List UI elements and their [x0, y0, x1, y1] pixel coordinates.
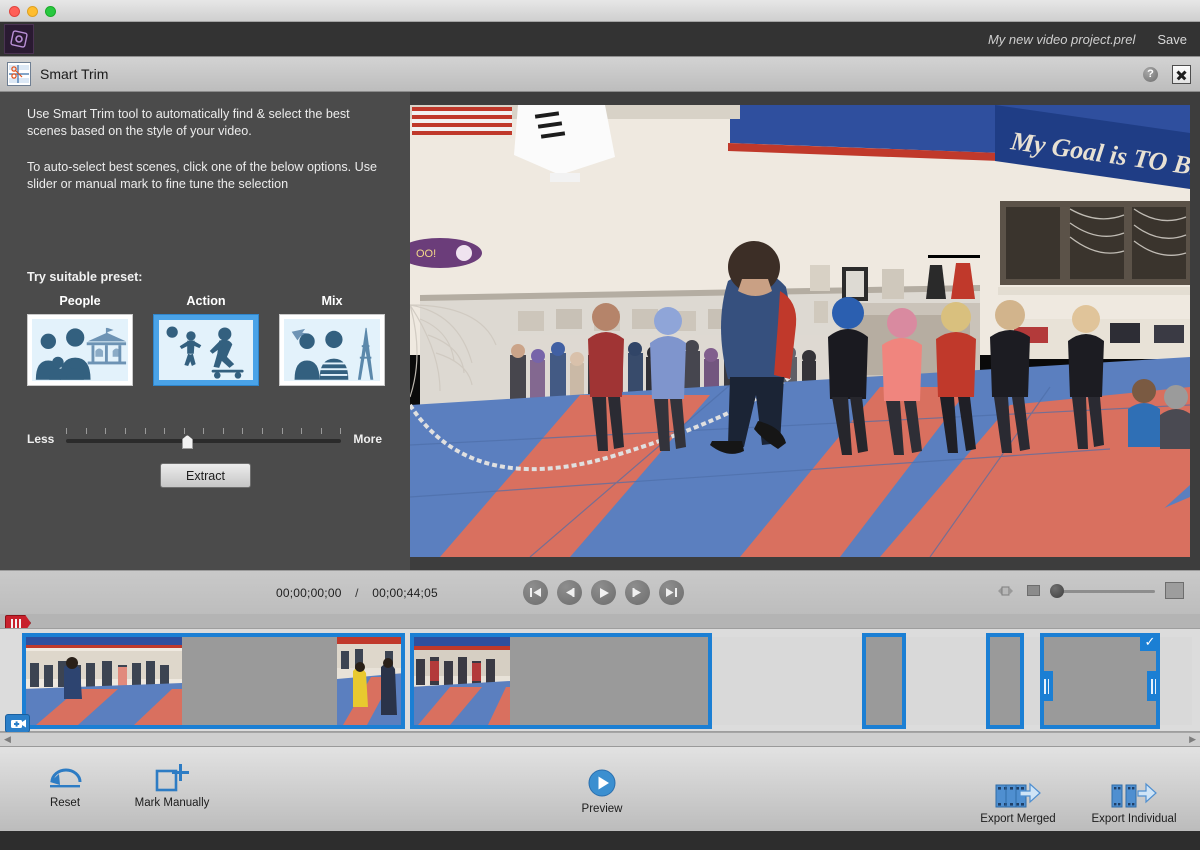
- scroll-left-arrow-icon[interactable]: ◀: [0, 734, 15, 745]
- preset-list: People Action Mix: [27, 294, 410, 386]
- clip-segment[interactable]: [830, 637, 862, 725]
- dialog-title-bar: Smart Trim ?: [0, 56, 1200, 92]
- export-individual-filmstrip-icon: [1074, 775, 1194, 811]
- trim-handle-right[interactable]: [1147, 671, 1160, 701]
- slider-thumb[interactable]: [181, 435, 193, 449]
- instructions: Use Smart Trim tool to automatically fin…: [0, 92, 410, 193]
- smart-trim-icon: [7, 62, 31, 86]
- export-merged-filmstrip-icon: [958, 775, 1078, 811]
- bottom-toolbar: Reset Mark Manually Apply Transitions: [0, 746, 1200, 831]
- preset-action[interactable]: Action: [153, 294, 259, 386]
- save-button[interactable]: Save: [1157, 32, 1187, 47]
- reset-button[interactable]: Reset: [5, 759, 125, 809]
- slider-min-label: Less: [27, 432, 55, 446]
- basketball-skateboard-illustration: [159, 320, 253, 380]
- selection-box[interactable]: [862, 633, 906, 729]
- preview-frame-image: OO! My Goal is TO BE BE: [410, 105, 1190, 557]
- selection-check-icon[interactable]: ✓: [1140, 633, 1160, 651]
- slider-max-label: More: [353, 432, 382, 446]
- extract-button[interactable]: Extract: [160, 463, 251, 488]
- timecode-display: 00;00;00;00 / 00;00;44;05: [276, 586, 438, 600]
- step-back-button[interactable]: [557, 580, 582, 605]
- timeline-zoom-slider[interactable]: [1050, 583, 1155, 598]
- selection-box-active[interactable]: ✓: [1040, 633, 1160, 729]
- zoom-window-button[interactable]: [45, 6, 56, 17]
- close-window-button[interactable]: [9, 6, 20, 17]
- os-title-bar: [0, 0, 1200, 22]
- go-to-start-button[interactable]: [523, 580, 548, 605]
- export-individual-button[interactable]: Export Individual: [1074, 775, 1194, 825]
- slider-ticks: [66, 428, 342, 436]
- smart-trim-window: My new video project.prel Save Smart Tri…: [0, 0, 1200, 850]
- add-media-icon[interactable]: [5, 714, 30, 733]
- timeline-ruler[interactable]: [0, 614, 1200, 628]
- zoom-slider-track[interactable]: [1050, 589, 1155, 593]
- scroll-right-arrow-icon[interactable]: ▶: [1185, 734, 1200, 745]
- selection-box[interactable]: [986, 633, 1024, 729]
- current-timecode: 00;00;00;00: [276, 585, 342, 600]
- selection-box[interactable]: [410, 633, 712, 729]
- slider-track[interactable]: [66, 439, 342, 443]
- preview-button[interactable]: Preview: [542, 765, 662, 815]
- application-header: My new video project.prel Save: [0, 22, 1200, 56]
- timeline-track[interactable]: ✓: [0, 628, 1200, 732]
- video-preview[interactable]: OO! My Goal is TO BE BE: [410, 105, 1190, 557]
- zoom-out-square-icon[interactable]: [1027, 585, 1040, 596]
- preset-mix-thumbnail[interactable]: [279, 314, 385, 386]
- export-individual-label: Export Individual: [1091, 813, 1177, 825]
- mark-manually-label: Mark Manually: [134, 797, 210, 809]
- export-merged-button[interactable]: Export Merged: [958, 775, 1078, 825]
- total-timecode: 00;00;44;05: [372, 585, 438, 600]
- window-traffic-lights: [9, 6, 56, 17]
- timecode-separator: /: [355, 585, 359, 600]
- instruction-line-2: To auto-select best scenes, click one of…: [27, 160, 378, 191]
- family-carousel-illustration: [32, 319, 128, 381]
- minimize-window-button[interactable]: [27, 6, 38, 17]
- preset-action-thumbnail[interactable]: [153, 314, 259, 386]
- preset-people-thumbnail[interactable]: [27, 314, 133, 386]
- close-icon[interactable]: [1172, 64, 1191, 84]
- couple-airplane-eiffel-illustration: [284, 319, 380, 381]
- transport-buttons: [523, 580, 684, 605]
- play-circle-icon: [542, 765, 662, 801]
- premiere-elements-logo-icon: [4, 24, 34, 54]
- preset-people-label: People: [59, 294, 101, 308]
- preset-action-label: Action: [186, 294, 226, 308]
- zoom-slider-thumb[interactable]: [1050, 583, 1064, 598]
- timeline[interactable]: ✓ ◀ ▶: [0, 614, 1200, 746]
- selection-box[interactable]: [22, 633, 405, 729]
- zoom-thumbnail-icon[interactable]: [993, 584, 1017, 598]
- undo-arrow-icon: [5, 759, 125, 795]
- play-button[interactable]: [591, 580, 616, 605]
- export-merged-label: Export Merged: [980, 813, 1056, 825]
- project-name: My new video project.prel: [987, 31, 1136, 47]
- svg-text:OO!: OO!: [416, 248, 436, 260]
- mark-manually-button[interactable]: Mark Manually: [112, 759, 232, 809]
- zoom-in-square-icon[interactable]: [1165, 582, 1184, 599]
- preset-people[interactable]: People: [27, 294, 133, 386]
- preset-mix-label: Mix: [321, 294, 343, 308]
- help-icon[interactable]: ?: [1143, 66, 1158, 82]
- instruction-line-1: Use Smart Trim tool to automatically fin…: [27, 107, 350, 138]
- clip-segment[interactable]: [712, 637, 830, 725]
- preset-mix[interactable]: Mix: [279, 294, 385, 386]
- smart-trim-left-panel: Use Smart Trim tool to automatically fin…: [0, 92, 410, 570]
- timeline-scrollbar[interactable]: ◀ ▶: [0, 732, 1200, 746]
- zoom-controls: [993, 582, 1184, 599]
- sensitivity-slider-row: Less More: [27, 428, 382, 450]
- step-forward-button[interactable]: [625, 580, 650, 605]
- window-footer: [0, 831, 1200, 850]
- reset-label: Reset: [49, 797, 81, 809]
- add-marker-square-icon: [112, 759, 232, 795]
- sensitivity-slider[interactable]: [66, 428, 342, 450]
- transport-bar: 00;00;00;00 / 00;00;44;05: [0, 570, 1200, 614]
- clip-segment[interactable]: [1160, 637, 1192, 725]
- dialog-title: Smart Trim: [40, 66, 109, 82]
- preset-heading: Try suitable preset:: [27, 270, 143, 284]
- preview-label: Preview: [581, 803, 623, 815]
- go-to-end-button[interactable]: [659, 580, 684, 605]
- clip-segment[interactable]: [1024, 637, 1040, 725]
- trim-handle-left[interactable]: [1040, 671, 1053, 701]
- clip-segment[interactable]: [906, 637, 986, 725]
